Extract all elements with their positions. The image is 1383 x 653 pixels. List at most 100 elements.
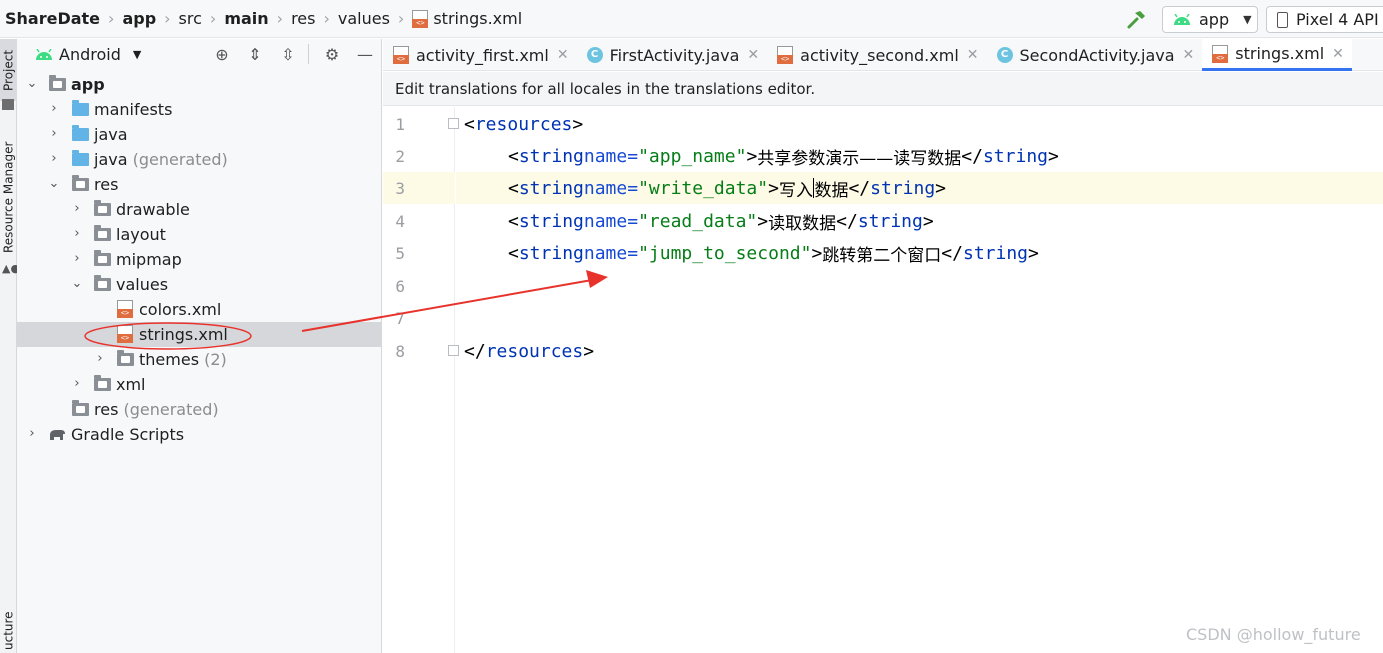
tree-item-manifests[interactable]: › manifests [17,97,381,122]
tree-item-suffix: (generated) [132,150,228,169]
locate-icon[interactable]: ⊕ [212,44,232,64]
chevron-right-icon[interactable]: › [48,152,60,165]
chevron-right-icon[interactable]: › [26,427,38,440]
navigation-bar: ShareDate › app › src › main › res › val… [0,0,1383,38]
tree-item-label: res (generated) [94,400,219,419]
close-icon[interactable]: ✕ [557,47,569,63]
chevron-right-icon[interactable]: › [94,352,106,365]
tree-item-suffix: (2) [204,350,227,369]
project-tool-window-tab[interactable]: Project [0,39,17,101]
close-icon[interactable]: ✕ [747,47,759,63]
chevron-down-icon[interactable]: ⌄ [71,277,83,290]
tree-item-app[interactable]: ⌄ app [17,72,381,97]
tree-item-label: app [71,75,105,94]
resource-manager-tab-label: Resource Manager [1,141,16,253]
code-line-4: < string name= "read_data" > 读取数据 </string > [456,205,1383,237]
tree-item-colors-xml[interactable]: colors.xml [17,297,381,322]
close-icon[interactable]: ✕ [967,47,979,63]
folder-icon [117,350,134,366]
chevron-down-icon[interactable]: ⌄ [48,177,60,190]
xml-file-icon [393,46,409,64]
tree-item-label: colors.xml [139,300,222,319]
tree-item-values[interactable]: ⌄ values [17,272,381,297]
folder-icon [72,100,89,116]
chevron-right-icon[interactable]: › [71,252,83,265]
editor-gutter: 1 2 3 4 5 6 7 8 [383,107,455,653]
chevron-right-icon[interactable]: › [71,202,83,215]
breadcrumb-item-module[interactable]: app [122,9,156,28]
android-icon [1174,13,1190,25]
folder-icon [94,225,111,241]
resource-manager-tab[interactable]: Resource Manager [0,137,17,257]
breadcrumb-item-main[interactable]: main [224,9,268,28]
code-token: > [811,242,823,264]
xml-file-icon [1212,44,1229,63]
gear-icon[interactable]: ⚙ [322,44,342,64]
gutter-row: 4 [383,205,455,237]
tab-activity-first-xml[interactable]: activity_first.xml ✕ [383,39,577,71]
minimize-icon[interactable]: — [355,44,375,64]
run-configuration-select[interactable]: app ▼ [1162,6,1258,33]
tab-first-activity-java[interactable]: C FirstActivity.java ✕ [577,39,768,71]
tree-item-res-generated[interactable]: res (generated) [17,397,381,422]
tab-second-activity-java[interactable]: C SecondActivity.java ✕ [987,39,1203,71]
generated-folder-icon [72,150,89,166]
run-configuration-label: app [1199,10,1230,29]
triangle-down-icon[interactable]: ▼ [133,48,141,61]
chevron-right-icon[interactable]: › [48,102,60,115]
chevron-right-icon[interactable]: › [48,127,60,140]
tree-item-java[interactable]: › java [17,122,381,147]
hammer-icon[interactable] [1126,8,1148,30]
chevron-down-icon[interactable]: ⌄ [26,77,38,90]
line-number: 7 [395,309,405,328]
chevron-right-icon: › [209,9,217,28]
close-icon[interactable]: ✕ [1332,46,1344,62]
breadcrumb-item-src[interactable]: src [179,9,202,28]
gutter-row-current: 3 [383,172,455,204]
gradle-elephant-icon [50,430,65,440]
tree-item-layout[interactable]: › layout [17,222,381,247]
gutter-row: 1 [383,108,455,140]
code-token: < [508,242,519,264]
chevron-right-icon[interactable]: › [71,377,83,390]
tree-item-res[interactable]: ⌄ res [17,172,381,197]
tree-item-label: java (generated) [94,150,228,169]
tree-item-strings-xml[interactable]: strings.xml [17,322,381,347]
tree-item-suffix: (generated) [123,400,219,419]
expand-all-icon[interactable]: ⇕ [245,44,265,64]
device-select[interactable]: Pixel 4 API 3 [1266,6,1383,33]
chevron-right-icon[interactable]: › [71,227,83,240]
project-panel-toolbar: ⊕ ⇕ ⇳ ⚙ — [199,44,375,64]
project-view-select[interactable]: Android [59,45,121,64]
structure-tab[interactable]: ucture [0,609,17,653]
code-editor[interactable]: 1 2 3 4 5 6 7 8 < resources > < string name… [383,107,1383,653]
tree-item-themes[interactable]: › themes (2) [17,347,381,372]
code-token: </ [464,340,486,362]
breadcrumb-item-values[interactable]: values [338,9,390,28]
code-token: name= [583,242,639,264]
code-token: name= [583,145,639,167]
tree-item-java-generated[interactable]: › java (generated) [17,147,381,172]
tree-item-gradle-scripts[interactable]: › Gradle Scripts [17,422,381,447]
breadcrumb-item-file[interactable]: strings.xml [433,9,522,28]
code-token: > [757,210,769,232]
tree-item-mipmap[interactable]: › mipmap [17,247,381,272]
breadcrumb-item-project[interactable]: ShareDate [5,9,100,28]
tab-activity-second-xml[interactable]: activity_second.xml ✕ [767,39,986,71]
breadcrumb-item-res[interactable]: res [291,9,315,28]
tab-strings-xml[interactable]: strings.xml ✕ [1202,39,1352,71]
line-number: 3 [395,179,405,198]
collapse-all-icon[interactable]: ⇳ [278,44,298,64]
code-token: > [935,177,947,199]
code-token: > [746,145,758,167]
code-token: 写入 [778,180,813,201]
tree-item-drawable[interactable]: › drawable [17,197,381,222]
close-icon[interactable]: ✕ [1183,47,1195,63]
ide-window: ShareDate › app › src › main › res › val… [0,0,1383,653]
xml-file-icon [117,300,133,318]
tab-label: strings.xml [1235,44,1325,63]
gutter-row: 8 [383,335,455,367]
tree-item-xml[interactable]: › xml [17,372,381,397]
code-line-8: </resources > [456,335,1383,367]
notice-text[interactable]: Edit translations for all locales in the… [395,80,815,98]
